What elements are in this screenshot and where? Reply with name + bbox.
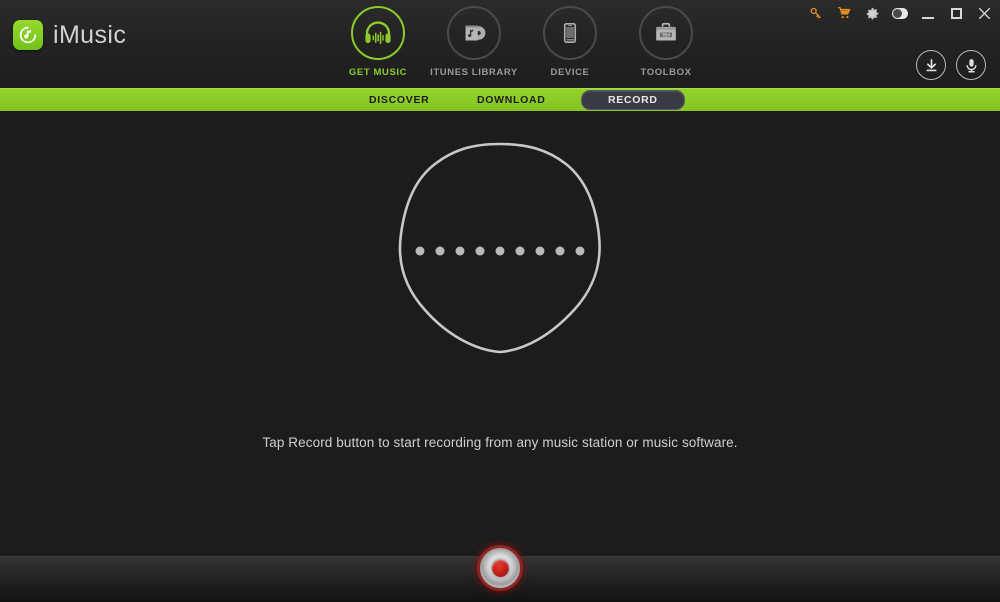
close-button[interactable]: [976, 5, 992, 21]
nav-item-toolbox[interactable]: TBX TOOLBOX: [618, 6, 714, 78]
visualizer-dot: [475, 246, 485, 256]
visualizer-dot: [435, 246, 445, 256]
visualizer-dot: [455, 246, 465, 256]
maximize-button[interactable]: [948, 5, 964, 21]
header-actions: [916, 50, 986, 80]
hint-text: Tap Record button to start recording fro…: [262, 435, 738, 450]
content-area: Tap Record button to start recording fro…: [0, 111, 1000, 556]
toggle-switch[interactable]: [892, 5, 908, 21]
subnav-item-discover[interactable]: DISCOVER: [369, 94, 429, 106]
record-button[interactable]: [477, 545, 523, 591]
subnav-item-record[interactable]: RECORD: [581, 90, 685, 110]
key-icon[interactable]: [808, 5, 824, 21]
main-navigation: GET MUSIC ITUNES LIBRARY DEVICE TBX TOOL…: [330, 6, 714, 78]
record-visualizer: [380, 136, 620, 366]
title-bar: iMusic GET MUSIC ITUNES LIBRARY DEVICE T…: [0, 0, 1000, 88]
brand-name: iMusic: [53, 20, 127, 49]
visualizer-dot: [515, 246, 525, 256]
cart-icon[interactable]: [836, 5, 852, 21]
nav-label: DEVICE: [550, 67, 590, 78]
record-mic-button[interactable]: [956, 50, 986, 80]
headphones-icon: [365, 21, 391, 44]
download-arrow-icon: [925, 58, 937, 71]
nav-circle: [351, 6, 405, 60]
nav-label: TOOLBOX: [640, 67, 692, 78]
sub-navigation: DISCOVER DOWNLOAD RECORD: [0, 88, 1000, 111]
brand: iMusic: [13, 20, 126, 50]
nav-circle: [447, 6, 501, 60]
nav-label: ITUNES LIBRARY: [430, 67, 518, 78]
nav-circle: TBX: [639, 6, 693, 60]
visualizer-dot: [535, 246, 545, 256]
nav-label: GET MUSIC: [348, 67, 408, 78]
imusic-window: iMusic GET MUSIC ITUNES LIBRARY DEVICE T…: [0, 0, 1000, 602]
nav-circle: [543, 6, 597, 60]
minimize-button[interactable]: [920, 5, 936, 21]
visualizer-dot: [575, 246, 585, 256]
music-note-logo-icon: [13, 20, 43, 50]
visualizer-dot: [415, 246, 425, 256]
record-dot-icon: [491, 559, 509, 577]
smartphone-icon: [563, 23, 577, 43]
svg-text:TBX: TBX: [662, 32, 670, 37]
visualizer-dots: [415, 246, 585, 256]
nav-item-get-music[interactable]: GET MUSIC: [330, 6, 426, 78]
gear-icon[interactable]: [864, 5, 880, 21]
subnav-item-download[interactable]: DOWNLOAD: [477, 94, 546, 106]
nav-item-itunes-library[interactable]: ITUNES LIBRARY: [426, 6, 522, 78]
toolbox-icon: TBX: [656, 22, 676, 41]
download-button[interactable]: [916, 50, 946, 80]
nav-item-device[interactable]: DEVICE: [522, 6, 618, 78]
microphone-icon: [965, 58, 977, 72]
bottom-bar: [0, 545, 1000, 602]
album-disc-icon: [465, 25, 486, 41]
visualizer-dot: [555, 246, 565, 256]
visualizer-dot: [495, 246, 505, 256]
window-controls: [808, 5, 992, 21]
